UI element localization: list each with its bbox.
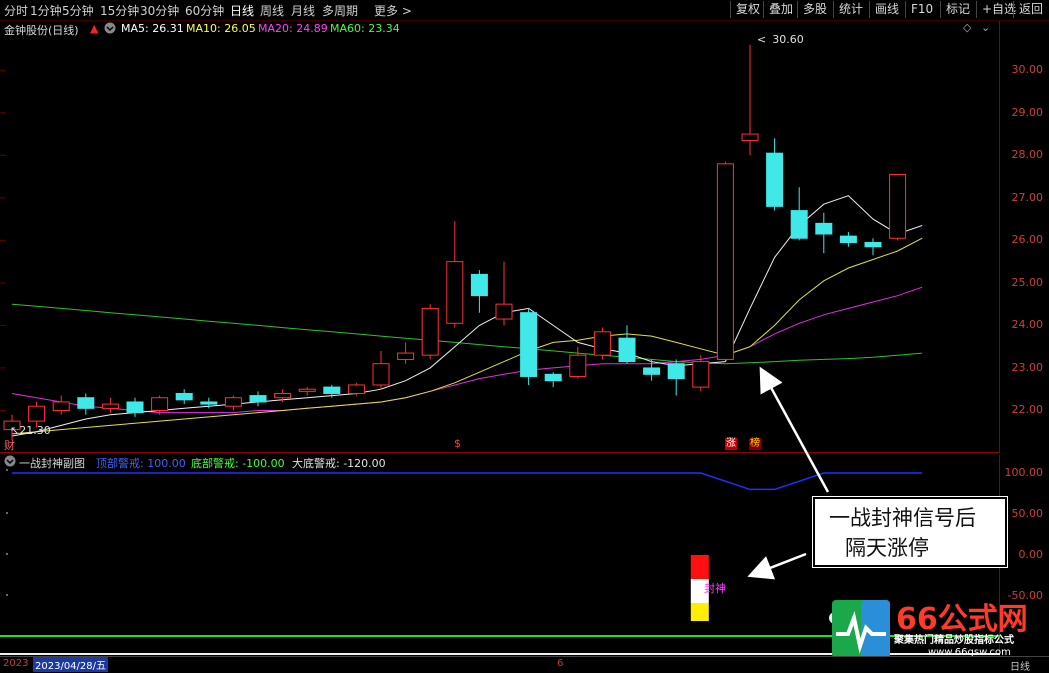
timeframe-tab[interactable]: 月线 <box>291 2 315 19</box>
timeframe-tab[interactable]: 5分钟 <box>62 2 94 19</box>
indicator-line <box>12 472 923 491</box>
candle-body <box>421 307 439 356</box>
fengshen-signal-label: 封神 <box>704 582 726 595</box>
price-axis-label: 27.00 <box>1011 190 1044 204</box>
indicator-axis-label: 0.00 <box>1018 548 1044 561</box>
candle-body <box>224 397 242 407</box>
candle-body <box>175 392 193 401</box>
high-price-label: <30.60 <box>757 33 804 46</box>
ma60-line <box>11 303 923 365</box>
candle-body <box>667 363 685 380</box>
top-toolbar: 分时 1分钟 5分钟 15分钟 30分钟 60分钟 日线 周线 月线 多周期 更多 > 复权 叠加 多股… <box>0 0 1049 21</box>
price-axis-label: 25.00 <box>1011 275 1044 289</box>
timeframe-tab[interactable]: 60分钟 <box>185 2 224 19</box>
candle-body <box>274 392 292 399</box>
dragon-list-tag[interactable]: 榜 <box>749 438 761 450</box>
candle-body <box>889 173 907 239</box>
timeframe-tab[interactable]: 周线 <box>260 2 284 19</box>
candle-body <box>569 354 587 377</box>
candle-body <box>544 373 562 382</box>
dot-marker <box>6 553 8 555</box>
annotation-line-2: 隔天涨停 <box>845 536 929 560</box>
candle-body <box>618 337 636 363</box>
candle-body <box>741 133 759 141</box>
candle-body <box>372 363 390 386</box>
timeframe-tab[interactable]: 更多 > <box>374 2 412 19</box>
toolbar-button[interactable]: F10 <box>905 1 938 18</box>
limit-up-tag[interactable]: 涨 <box>725 438 737 450</box>
indicator-axis-label: 100.00 <box>1004 466 1044 479</box>
candle-body <box>766 152 784 207</box>
watermark-logo: 66公式网 聚集热门精品炒股指标公式 www.66gsw.com <box>828 598 1049 660</box>
timeframe-tab[interactable]: 日线 <box>230 2 254 19</box>
toolbar-button[interactable]: 画线 <box>869 1 904 18</box>
candle-body <box>323 386 341 394</box>
dot-marker <box>6 512 8 514</box>
candle-body <box>470 273 488 297</box>
bottom-date-bar: 2023 2023/04/28/五 6 日线 <box>0 656 1049 673</box>
toolbar-button[interactable]: 复权 <box>730 1 765 18</box>
candle-body <box>643 367 661 375</box>
candle-body <box>520 312 538 377</box>
ma20-line <box>11 286 923 414</box>
candle-body <box>593 331 611 356</box>
annotation-box: 一战封神信号后 隔天涨停 <box>813 497 1007 567</box>
price-axis-label: 30.00 <box>1011 63 1044 77</box>
annotation-line-1: 一战封神信号后 <box>829 506 976 530</box>
timeframe-tab[interactable]: 多周期 <box>322 2 358 19</box>
candle-body <box>249 395 267 403</box>
indicator-axis-label: 50.00 <box>1011 507 1044 520</box>
low-price-label: ↖21.30 <box>10 424 51 437</box>
toolbar-button[interactable]: 叠加 <box>763 1 798 18</box>
candlestick-chart[interactable] <box>0 21 1000 453</box>
candle-body <box>126 401 144 414</box>
dot-marker <box>6 594 8 596</box>
signal-block-red <box>690 555 709 579</box>
bottom-year: 2023 <box>3 658 29 669</box>
toolbar-button[interactable]: 多股 <box>797 1 832 18</box>
candle-body <box>101 403 119 409</box>
price-axis: 30.00 29.00 28.00 27.00 26.00 25.00 24.00 23.00… <box>1000 21 1049 453</box>
candle-body <box>397 352 415 360</box>
candle-body <box>347 384 365 394</box>
candle-body <box>200 401 218 405</box>
candle-body <box>839 235 857 244</box>
candle-body <box>446 261 464 324</box>
toolbar-button[interactable]: 统计 <box>833 1 868 18</box>
candle-body <box>52 401 70 411</box>
candle-body <box>864 242 882 248</box>
candle-body <box>495 303 513 320</box>
timeframe-tab[interactable]: 15分钟 <box>100 2 139 19</box>
price-axis-label: 22.00 <box>1011 403 1044 417</box>
signal-block-yellow <box>690 603 709 621</box>
timeframe-tab[interactable]: 1分钟 <box>30 2 62 19</box>
candle-body <box>151 397 169 411</box>
bottom-month-mark: 6 <box>557 658 564 669</box>
candle-body <box>77 397 95 409</box>
price-axis-label: 26.00 <box>1011 233 1044 247</box>
watermark-slogan: 聚集热门精品炒股指标公式 <box>894 635 1014 646</box>
finance-tag[interactable]: 财 <box>4 437 15 453</box>
candle-body <box>790 210 808 239</box>
candle-body <box>692 361 710 388</box>
dot-marker <box>6 469 8 471</box>
price-axis-label: 23.00 <box>1011 360 1044 374</box>
candle-body <box>28 405 46 422</box>
toolbar-button[interactable]: 返回 <box>1013 1 1048 18</box>
price-axis-label: 28.00 <box>1011 148 1044 162</box>
bottom-period: 日线 <box>1010 662 1030 673</box>
dollar-tag[interactable]: $ <box>454 437 461 450</box>
candle-body <box>815 222 833 235</box>
price-axis-label: 29.00 <box>1011 105 1044 119</box>
candle-body <box>716 163 734 360</box>
price-axis-label: 24.00 <box>1011 318 1044 332</box>
timeframe-tab[interactable]: 分时 <box>4 2 28 19</box>
timeframe-tab[interactable]: 30分钟 <box>140 2 179 19</box>
candle-body <box>298 388 316 392</box>
toolbar-button[interactable]: 标记 <box>940 1 975 18</box>
